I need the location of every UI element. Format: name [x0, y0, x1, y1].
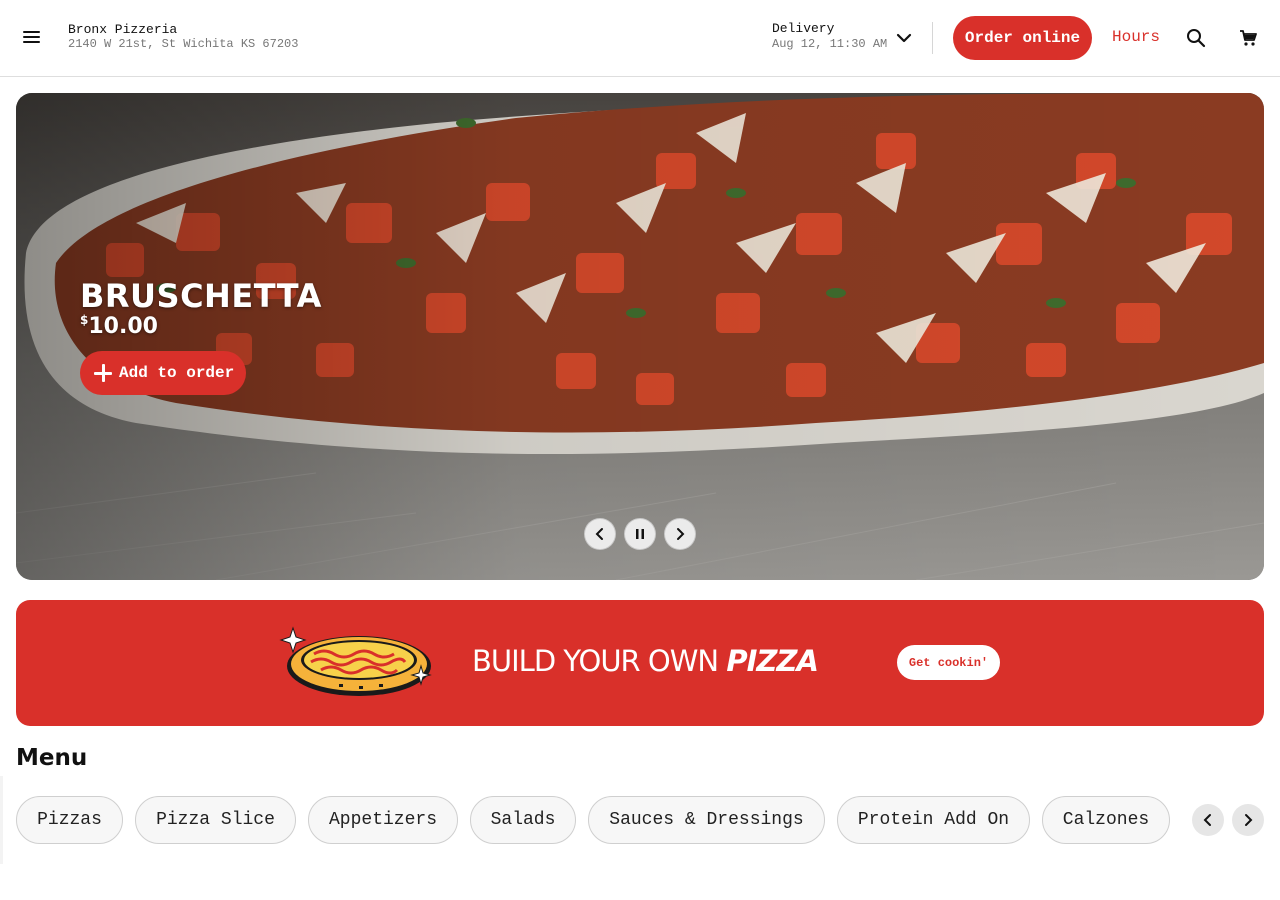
delivery-label: Delivery — [772, 21, 835, 36]
chevron-left-icon — [1203, 814, 1211, 826]
plus-icon — [94, 364, 112, 382]
chevron-right-icon — [677, 528, 685, 540]
order-online-button[interactable]: Order online — [953, 16, 1092, 60]
pause-icon — [636, 529, 644, 539]
category-scroll-right-button[interactable] — [1232, 804, 1264, 836]
build-your-own-banner: BUILD YOUR OWN PIZZA Get cookin' — [16, 600, 1264, 726]
store-address: 2140 W 21st, St Wichita KS 67203 — [68, 37, 299, 51]
menu-heading: Menu — [16, 745, 88, 771]
price-value: 10.00 — [88, 314, 158, 339]
left-edge-shadow — [0, 776, 3, 864]
carousel-pause-button[interactable] — [624, 518, 656, 550]
get-cookin-button[interactable]: Get cookin' — [897, 645, 1000, 680]
banner-text-bold: PIZZA — [726, 644, 819, 678]
bruschetta-photo — [16, 93, 1264, 580]
banner-headline: BUILD YOUR OWN PIZZA — [472, 644, 819, 678]
add-to-order-label: Add to order — [119, 364, 235, 382]
hamburger-menu-icon[interactable] — [22, 27, 42, 47]
featured-item-title: BRUSCHETTA — [80, 277, 322, 315]
hero-carousel: BRUSCHETTA $10.00 Add to order — [16, 93, 1264, 580]
delivery-selector[interactable]: Delivery Aug 12, 11:30 AM — [772, 21, 887, 52]
chevron-left-icon — [595, 528, 603, 540]
search-icon[interactable] — [1186, 28, 1206, 48]
banner-text-regular: BUILD YOUR OWN — [472, 644, 727, 678]
carousel-next-button[interactable] — [664, 518, 696, 550]
chevron-down-icon[interactable] — [896, 31, 912, 45]
store-name: Bronx Pizzeria — [68, 22, 178, 37]
category-chip-sauces-dressings[interactable]: Sauces & Dressings — [588, 796, 825, 844]
add-to-order-button[interactable]: Add to order — [80, 351, 246, 395]
pizza-icon — [279, 626, 432, 696]
carousel-previous-button[interactable] — [584, 518, 616, 550]
delivery-time: Aug 12, 11:30 AM — [772, 37, 888, 51]
header-divider — [932, 22, 933, 54]
chevron-right-icon — [1245, 814, 1253, 826]
category-chip-pizza-slice[interactable]: Pizza Slice — [135, 796, 296, 844]
hours-link[interactable]: Hours — [1112, 28, 1160, 46]
category-chip-salads[interactable]: Salads — [470, 796, 576, 844]
category-chip-protein-add-on[interactable]: Protein Add On — [837, 796, 1030, 844]
category-chip-appetizers[interactable]: Appetizers — [308, 796, 458, 844]
site-header: Bronx Pizzeria 2140 W 21st, St Wichita K… — [0, 0, 1280, 77]
store-info: Bronx Pizzeria 2140 W 21st, St Wichita K… — [68, 22, 298, 52]
featured-item-price: $10.00 — [80, 313, 158, 339]
menu-category-list: Pizzas Pizza Slice Appetizers Salads Sau… — [16, 796, 1170, 844]
cart-icon[interactable] — [1239, 29, 1257, 47]
category-chip-pizzas[interactable]: Pizzas — [16, 796, 123, 844]
category-scroll-left-button[interactable] — [1192, 804, 1224, 836]
category-chip-calzones[interactable]: Calzones — [1042, 796, 1170, 844]
